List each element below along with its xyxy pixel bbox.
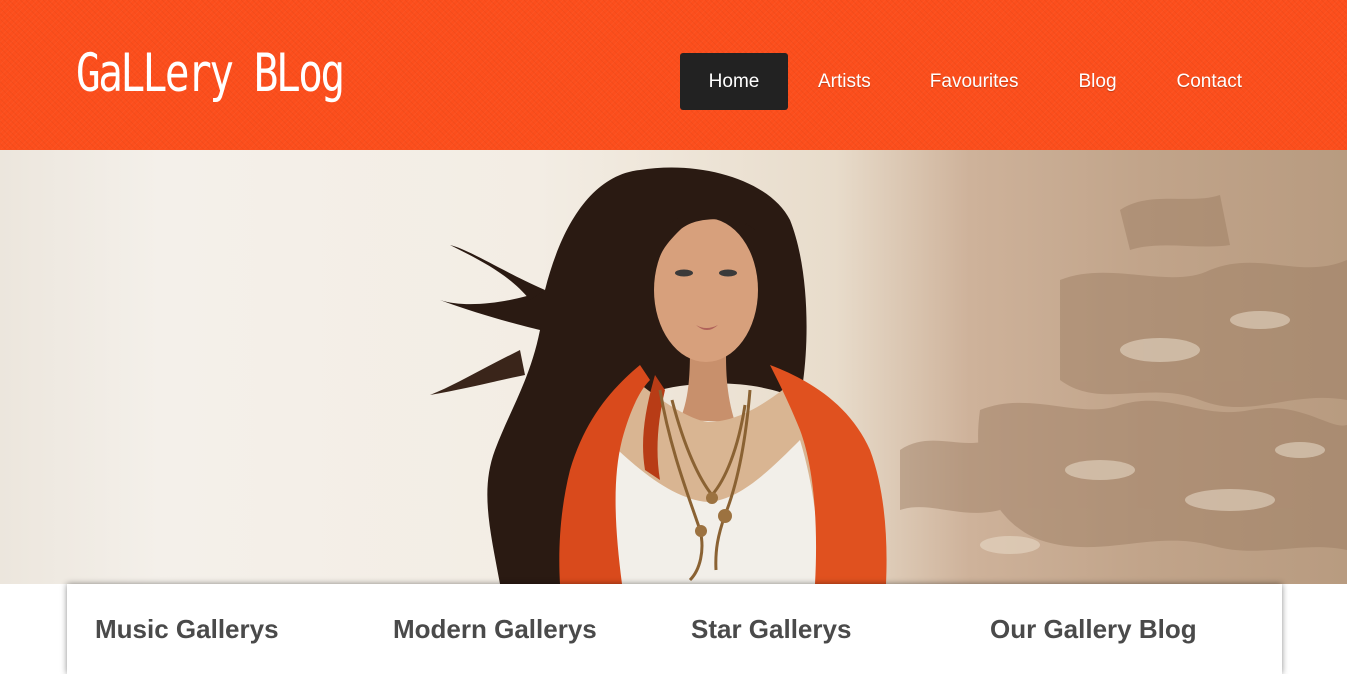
hero-photo xyxy=(430,167,1347,584)
site-header: GaLLery BLog Home Artists Favourites Blo… xyxy=(0,0,1347,150)
main-nav: Home Artists Favourites Blog Contact xyxy=(680,53,1242,110)
sections-panel: Music Gallerys Modern Gallerys Star Gall… xyxy=(67,584,1282,674)
site-logo[interactable]: GaLLery BLog xyxy=(76,36,345,110)
nav-item-home[interactable]: Home xyxy=(680,53,788,110)
hero-banner xyxy=(0,150,1347,584)
section-title-star-gallerys: Star Gallerys xyxy=(691,614,852,644)
section-title-music-gallerys: Music Gallerys xyxy=(95,614,279,644)
nav-item-blog[interactable]: Blog xyxy=(1078,53,1116,110)
nav-item-artists[interactable]: Artists xyxy=(818,53,871,110)
nav-item-contact[interactable]: Contact xyxy=(1177,53,1242,110)
leaf-shadow xyxy=(900,195,1347,551)
section-title-modern-gallerys: Modern Gallerys xyxy=(393,614,597,644)
section-title-our-gallery-blog: Our Gallery Blog xyxy=(990,614,1197,644)
nav-item-favourites[interactable]: Favourites xyxy=(930,53,1019,110)
